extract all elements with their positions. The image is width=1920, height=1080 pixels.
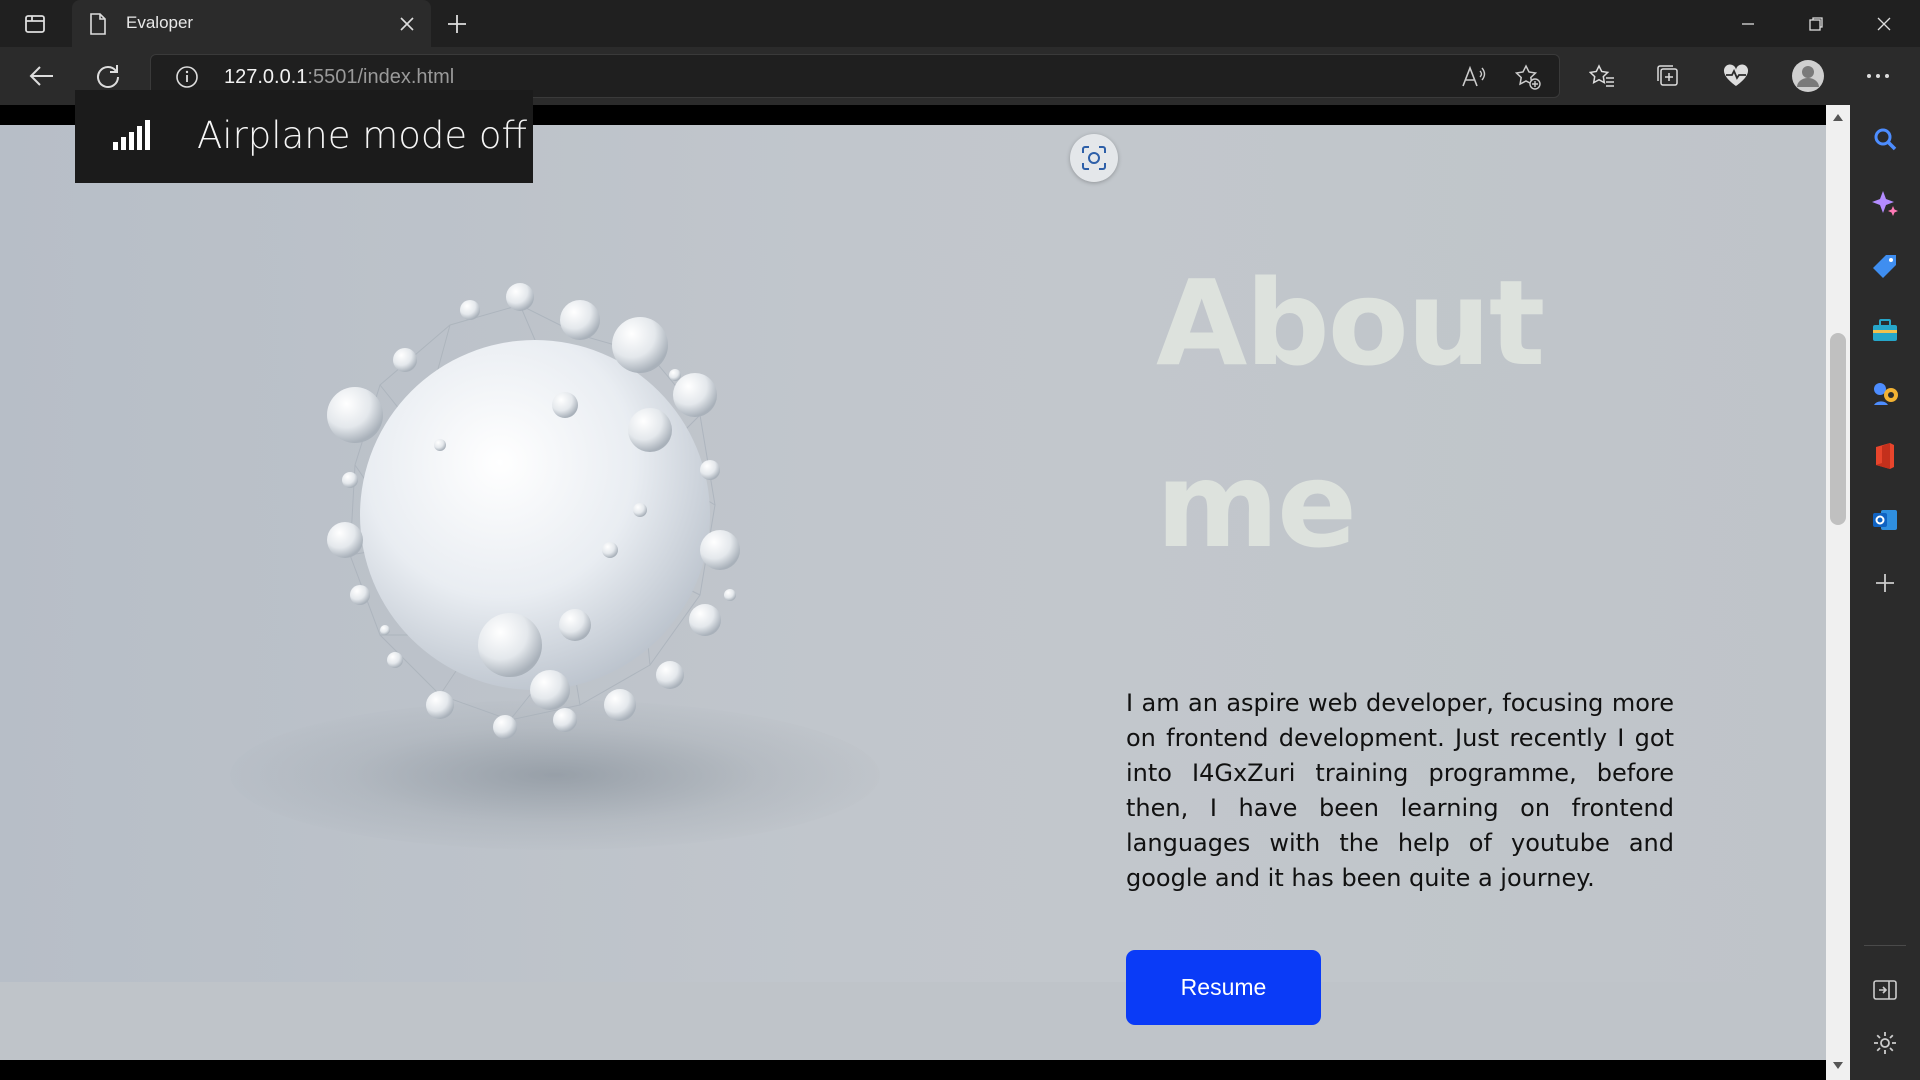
tab-close-button[interactable] bbox=[395, 12, 419, 36]
sidebar-search-button[interactable] bbox=[1865, 119, 1905, 159]
about-title: About me bbox=[1156, 232, 1716, 596]
sidebar-add-button[interactable] bbox=[1865, 563, 1905, 603]
restore-button[interactable] bbox=[1782, 0, 1850, 47]
close-icon bbox=[400, 17, 414, 31]
plus-icon bbox=[448, 15, 466, 33]
url-host: 127.0.0.1 bbox=[224, 66, 308, 88]
office-icon bbox=[1876, 443, 1894, 469]
collections-icon bbox=[1657, 65, 1678, 86]
star-add-icon bbox=[1515, 64, 1541, 90]
toast-text: Airplane mode off bbox=[197, 114, 528, 157]
search-icon bbox=[1874, 128, 1897, 151]
back-arrow-icon bbox=[29, 66, 53, 86]
scroll-down-icon bbox=[1833, 1062, 1843, 1069]
sidebar-games-button[interactable] bbox=[1865, 373, 1905, 413]
sidebar-outlook-button[interactable] bbox=[1865, 500, 1905, 540]
sidebar-divider bbox=[1864, 945, 1906, 946]
resume-button[interactable]: Resume bbox=[1126, 950, 1321, 1025]
sidebar-shopping-button[interactable] bbox=[1865, 247, 1905, 287]
split-screen-icon bbox=[1873, 980, 1897, 1000]
about-title-line2: me bbox=[1156, 436, 1357, 574]
about-paragraph: I am an aspire web developer, focusing m… bbox=[1126, 689, 1674, 892]
more-icon bbox=[1867, 74, 1889, 78]
visual-search-button[interactable] bbox=[1070, 134, 1118, 182]
url-text[interactable]: 127.0.0.1:5501/index.html bbox=[224, 66, 454, 89]
tab-actions-button[interactable] bbox=[14, 9, 56, 39]
tab-bar: Evaloper bbox=[0, 0, 1920, 47]
edge-sidebar bbox=[1850, 105, 1920, 1080]
visual-search-icon bbox=[1082, 146, 1106, 170]
heart-pulse-icon bbox=[1723, 64, 1749, 86]
sidebar-office-button[interactable] bbox=[1865, 436, 1905, 476]
profile-button[interactable] bbox=[1788, 56, 1828, 96]
favorites-button[interactable] bbox=[1582, 56, 1622, 96]
sidebar-hide-button[interactable] bbox=[1865, 970, 1905, 1010]
url-path: :5501/index.html bbox=[307, 66, 455, 88]
browser-tab[interactable]: Evaloper bbox=[72, 0, 431, 47]
favorites-icon bbox=[1589, 64, 1614, 87]
sidebar-settings-button[interactable] bbox=[1865, 1023, 1905, 1063]
close-icon bbox=[1877, 17, 1891, 30]
read-aloud-icon bbox=[1462, 65, 1486, 87]
document-icon bbox=[90, 13, 106, 35]
sidebar-tools-button[interactable] bbox=[1865, 310, 1905, 350]
settings-more-button[interactable] bbox=[1858, 56, 1898, 96]
games-icon bbox=[1874, 383, 1898, 405]
settings-icon bbox=[1874, 1032, 1896, 1054]
refresh-icon bbox=[97, 65, 119, 88]
add-favorite-button[interactable] bbox=[1515, 64, 1541, 90]
page-scrollbar[interactable] bbox=[1826, 105, 1850, 1080]
tools-icon bbox=[1873, 319, 1897, 341]
signal-icon bbox=[113, 120, 150, 150]
sphere-illustration bbox=[327, 283, 740, 739]
about-title-line1: About bbox=[1156, 254, 1545, 392]
scroll-thumb[interactable] bbox=[1830, 333, 1846, 525]
restore-icon bbox=[1809, 16, 1823, 31]
info-icon bbox=[176, 66, 198, 88]
collections-button[interactable] bbox=[1648, 56, 1688, 96]
tab-actions-icon bbox=[25, 15, 45, 33]
close-window-button[interactable] bbox=[1850, 0, 1918, 47]
minimize-icon bbox=[1742, 22, 1754, 25]
back-button[interactable] bbox=[22, 56, 62, 96]
airplane-mode-toast: Airplane mode off bbox=[75, 90, 533, 183]
browser-essentials-button[interactable] bbox=[1716, 56, 1756, 96]
shopping-tag-icon bbox=[1873, 255, 1896, 278]
outlook-icon bbox=[1873, 510, 1897, 530]
copilot-icon bbox=[1872, 191, 1898, 216]
read-aloud-button[interactable] bbox=[1461, 64, 1487, 90]
scroll-up-button[interactable] bbox=[1832, 111, 1844, 123]
new-tab-button[interactable] bbox=[442, 10, 472, 38]
minimize-button[interactable] bbox=[1714, 0, 1782, 47]
hero-floor bbox=[0, 982, 1826, 1060]
sidebar-copilot-button[interactable] bbox=[1865, 183, 1905, 223]
tab-title: Evaloper bbox=[126, 13, 194, 32]
add-icon bbox=[1876, 574, 1894, 592]
avatar-icon bbox=[1792, 60, 1824, 92]
scroll-up-icon bbox=[1833, 114, 1843, 121]
scroll-down-button[interactable] bbox=[1832, 1060, 1844, 1072]
